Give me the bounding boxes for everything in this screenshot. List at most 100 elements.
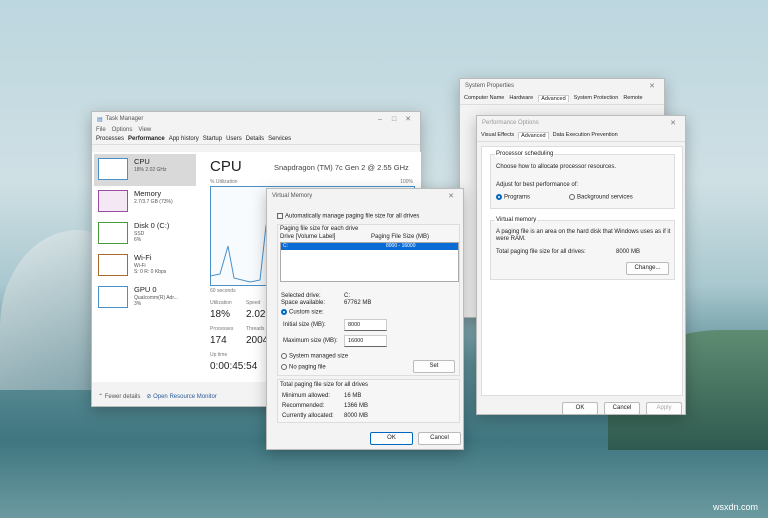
tab-users[interactable]: Users [226,136,242,142]
tab-remote[interactable]: Remote [623,95,642,102]
sidebar-item-cpu[interactable]: CPU 18% 2.02 GHz [94,154,196,186]
auto-manage-checkbox[interactable]: Automatically manage paging file size fo… [277,213,419,220]
drive-row[interactable]: C: 8000 - 16000 [281,243,458,250]
min-label: Minimum allowed: [282,393,331,399]
maximize-button[interactable]: □ [387,116,401,123]
system-managed-radio[interactable]: System managed size [281,353,348,360]
label: No paging file [289,364,326,371]
detail: Wi-Fi S: 0 R: 0 Kbps [134,263,167,275]
processor-scheduling-group: Processor scheduling Choose how to alloc… [490,151,675,209]
group-label: Virtual memory [495,217,538,223]
tab-details[interactable]: Details [246,136,264,142]
apply-button[interactable]: Apply [646,402,682,415]
chevron-up-icon: ⌃ [98,394,105,400]
tab-performance[interactable]: Performance [128,136,165,142]
group-label: Processor scheduling [495,151,555,157]
tab-hardware[interactable]: Hardware [509,95,533,102]
virtual-memory-window: Virtual Memory ✕ Automatically manage pag… [266,188,464,450]
window-title: Performance Options [482,120,539,126]
label: Custom size: [289,309,324,316]
cancel-button[interactable]: Cancel [418,432,461,445]
menu-file[interactable]: File [96,127,106,133]
initial-label: Initial size (MB): [283,322,326,328]
sidebar-item-memory[interactable]: Memory 2.7/3.7 GB (73%) [94,186,196,218]
tab-dep[interactable]: Data Execution Prevention [553,132,618,139]
perf-heading: CPU [210,158,242,175]
custom-size-radio[interactable]: Custom size: [281,309,324,316]
desc: A paging file is an area on the hard dis… [496,229,671,242]
close-button[interactable]: ✕ [401,115,415,123]
ok-button[interactable]: OK [370,432,413,445]
tab-visual-effects[interactable]: Visual Effects [481,132,514,139]
cur-label: Currently allocated: [282,413,334,419]
sidebar-item-disk[interactable]: Disk 0 (C:) SSD 6% [94,218,196,250]
col-size: Paging File Size (MB) [371,234,430,240]
window-title: Virtual Memory [272,193,313,199]
time-label: 60 seconds [210,288,236,294]
max-size-input[interactable]: 16000 [344,335,387,347]
selected-drive-label: Selected drive: [281,293,321,299]
close-button[interactable]: ✕ [666,119,680,127]
initial-size-input[interactable]: 8000 [344,319,387,331]
close-button[interactable]: ✕ [444,192,458,200]
max-label: 100% [400,179,413,185]
set-button[interactable]: Set [413,360,455,373]
menu-options[interactable]: Options [112,127,133,133]
disk-thumbnail [98,222,128,244]
window-title: Task Manager [105,116,144,122]
watermark: wsxdn.com [712,502,758,512]
label: Fewer details [104,394,141,400]
adjust-label: Adjust for best performance of: [496,182,579,188]
change-button[interactable]: Change... [626,262,669,275]
label: Memory [134,189,162,198]
rec-label: Recommended: [282,403,325,409]
drive-list[interactable]: C: 8000 - 16000 [280,242,459,282]
performance-options-window: Performance Options ✕ Visual Effects Adva… [476,115,686,415]
threads-label: Threads [246,326,265,332]
cancel-button[interactable]: Cancel [604,402,640,415]
tab-startup[interactable]: Startup [203,136,222,142]
detail: Qualcomm(R) Adr... 3% [134,295,178,307]
cur-value: 8000 MB [344,413,369,419]
utilization-label: Utilization [210,300,232,306]
tab-services[interactable]: Services [268,136,291,142]
group-label: Total paging file size for all drives [280,382,369,388]
tab-system-protection[interactable]: System Protection [574,95,619,102]
rec-value: 1366 MB [344,403,369,409]
detail: 18% 2.02 GHz [134,167,167,173]
memory-thumbnail [98,190,128,212]
uptime-value: 0:00:45:54 [210,361,258,372]
close-button[interactable]: ✕ [645,82,659,90]
util-axis-label: % Utilization [210,179,238,185]
processor-name: Snapdragon (TM) 7c Gen 2 @ 2.55 GHz [274,163,409,172]
fewer-details-button[interactable]: ⌃ Fewer details [98,393,140,400]
threads-value: 2004 [246,335,269,346]
label: System managed size [289,353,349,360]
minimize-button[interactable]: – [373,116,387,123]
total-label: Total paging file size for all drives: [496,249,586,255]
ok-button[interactable]: OK [562,402,598,415]
background-services-radio[interactable]: Background services [569,194,633,201]
drive: C: [283,243,288,249]
max-label: Maximum size (MB): [283,338,338,344]
window-title: System Properties [465,83,515,89]
total-value: 8000 MB [616,249,641,255]
sidebar-item-wifi[interactable]: Wi-Fi Wi-Fi S: 0 R: 0 Kbps [94,250,196,282]
processes-value: 174 [210,335,227,346]
no-paging-radio[interactable]: No paging file [281,364,326,371]
tab-app-history[interactable]: App history [169,136,199,142]
open-resource-monitor-link[interactable]: ⊘ Open Resource Monitor [146,393,216,400]
label: Wi-Fi [134,253,152,262]
tab-advanced[interactable]: Advanced [518,132,549,139]
tab-advanced[interactable]: Advanced [538,95,569,102]
label: GPU 0 [134,285,157,294]
total-paging-group: Total paging file size for all drives Mi… [277,379,460,423]
menu-view[interactable]: View [138,127,151,133]
label: CPU [134,157,150,166]
detail: 2.7/3.7 GB (73%) [134,199,173,205]
tab-computer-name[interactable]: Computer Name [464,95,504,102]
min-value: 16 MB [344,393,362,399]
tab-processes[interactable]: Processes [96,136,124,142]
programs-radio[interactable]: Programs [496,194,530,201]
sidebar-item-gpu[interactable]: GPU 0 Qualcomm(R) Adr... 3% [94,282,196,314]
